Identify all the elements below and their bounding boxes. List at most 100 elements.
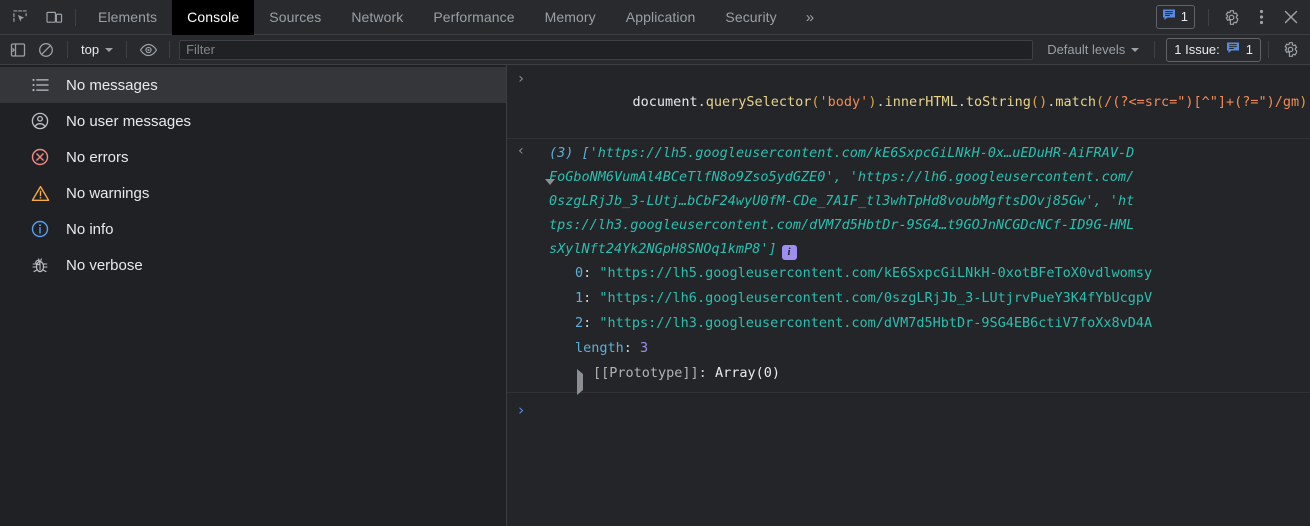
- device-toolbar-icon[interactable]: [40, 4, 68, 30]
- filter-input[interactable]: [179, 39, 1034, 60]
- tab-security[interactable]: Security: [710, 0, 791, 35]
- console-command-message[interactable]: › document.querySelector('body').innerHT…: [507, 65, 1310, 139]
- command-content: document.querySelector('body').innerHTML…: [535, 69, 1310, 135]
- console-prompt[interactable]: ›: [507, 393, 1310, 418]
- kebab-menu-icon[interactable]: [1246, 3, 1276, 31]
- token: .: [697, 94, 706, 110]
- issue-message-icon: [1162, 8, 1176, 26]
- more-tabs-button[interactable]: »: [792, 0, 828, 35]
- issues-number: 1: [1245, 42, 1253, 57]
- token: (: [811, 94, 820, 110]
- command-source: document.querySelector('body').innerHTML…: [535, 69, 1308, 135]
- result-content: (3) ['https://lh5.googleusercontent.com/…: [535, 141, 1310, 395]
- array-entry-row[interactable]: 2: "https://lh3.googleusercontent.com/dV…: [575, 311, 1308, 336]
- colon: :: [623, 340, 641, 356]
- array-entry-key: 0: [575, 265, 584, 281]
- sidebar-item-user-messages[interactable]: No user messages: [0, 103, 506, 139]
- colon: :: [698, 365, 715, 381]
- expand-array-triangle-icon[interactable]: [545, 179, 557, 201]
- array-entry-row[interactable]: 1: "https://lh6.googleusercontent.com/0s…: [575, 286, 1308, 311]
- sidebar-item-verbose[interactable]: No verbose: [0, 247, 506, 283]
- clear-console-icon[interactable]: [32, 38, 60, 62]
- console-result-message[interactable]: ‹ (3) ['https://lh5.googleusercontent.co…: [507, 139, 1310, 395]
- sidebar-item-label: No errors: [66, 148, 129, 166]
- triangle-down-icon: [545, 179, 555, 201]
- colon: :: [583, 265, 600, 281]
- token: querySelector: [705, 94, 812, 110]
- tab-performance[interactable]: Performance: [418, 0, 529, 35]
- sidebar-item-warnings[interactable]: No warnings: [0, 175, 506, 211]
- sidebar-item-label: No info: [66, 220, 114, 238]
- prompt-input[interactable]: [535, 400, 1310, 418]
- tab-elements[interactable]: Elements: [83, 0, 172, 35]
- token: .: [876, 94, 885, 110]
- array-length-value: 3: [640, 340, 649, 356]
- colon: :: [583, 290, 600, 306]
- chevron-down-icon: [105, 47, 114, 52]
- sidebar-item-errors[interactable]: No errors: [0, 139, 506, 175]
- prompt-gutter: ›: [507, 400, 535, 418]
- array-preview-line: tps://lh3.googleusercontent.com/dVM7d5Hb…: [549, 217, 1135, 233]
- array-preview[interactable]: (3) ['https://lh5.googleusercontent.com/…: [535, 141, 1308, 261]
- info-badge-icon[interactable]: i: [781, 244, 797, 260]
- sidebar-item-info[interactable]: No info: [0, 211, 506, 247]
- array-preview-text: sXylNft24Yk2NGpH8SNOq1kmP8']: [549, 241, 777, 257]
- token: (: [1030, 94, 1040, 110]
- panel-tabs: Elements Console Sources Network Perform…: [83, 0, 828, 35]
- issues-counter-button[interactable]: 1: [1155, 5, 1195, 29]
- issue-message-icon: [1226, 41, 1240, 59]
- toolbar-divider-3: [169, 41, 171, 58]
- array-entry-row[interactable]: 0: "https://lh5.googleusercontent.com/kE…: [575, 261, 1308, 286]
- tab-network[interactable]: Network: [336, 0, 418, 35]
- devtools-tabstrip: Elements Console Sources Network Perform…: [0, 0, 1310, 35]
- log-levels-label: Default levels: [1047, 42, 1126, 57]
- array-length-key: length: [575, 340, 624, 356]
- array-length-prefix: (3) [: [549, 145, 590, 161]
- inspect-element-icon[interactable]: [6, 4, 34, 30]
- list-icon: [30, 75, 50, 95]
- sidebar-item-label: No verbose: [66, 256, 143, 274]
- live-expression-icon[interactable]: [134, 38, 162, 62]
- sidebar-item-messages[interactable]: No messages: [0, 67, 506, 103]
- result-gutter: ‹: [507, 141, 535, 386]
- console-body: No messages No user messages No errors N…: [0, 65, 1310, 526]
- token: ): [1039, 94, 1048, 110]
- toolbar-divider-4: [1154, 41, 1156, 58]
- tab-console[interactable]: Console: [172, 0, 255, 35]
- array-prototype-row[interactable]: [[Prototype]]: Array(0): [575, 361, 1308, 395]
- toolbar-divider-2: [126, 41, 128, 58]
- array-entry-value: "https://lh5.googleusercontent.com/kE6Sx…: [599, 265, 1153, 281]
- tab-sources[interactable]: Sources: [254, 0, 336, 35]
- command-prompt-icon: ›: [516, 71, 526, 87]
- gear-icon[interactable]: [1216, 3, 1246, 31]
- array-length-row[interactable]: length: 3: [575, 336, 1308, 361]
- show-console-sidebar-icon[interactable]: [4, 38, 32, 62]
- warning-triangle-icon: [30, 183, 50, 203]
- sidebar-item-label: No user messages: [66, 112, 192, 130]
- console-toolbar: top Default levels 1 Issue:: [0, 35, 1310, 65]
- execution-context-label: top: [81, 42, 100, 57]
- prompt-caret-icon: ›: [516, 401, 526, 419]
- gear-icon[interactable]: [1276, 38, 1304, 62]
- log-levels-selector[interactable]: Default levels: [1039, 42, 1147, 57]
- array-properties: 0: "https://lh5.googleusercontent.com/kE…: [535, 261, 1308, 395]
- array-entry-value: "https://lh6.googleusercontent.com/0szgL…: [599, 290, 1153, 306]
- array-entry-key: 2: [575, 315, 584, 331]
- sidebar-item-label: No warnings: [66, 184, 150, 202]
- close-icon[interactable]: [1276, 3, 1306, 31]
- devtools-window: Elements Console Sources Network Perform…: [0, 0, 1310, 526]
- info-circle-icon: [30, 219, 50, 239]
- triangle-right-icon[interactable]: [577, 369, 583, 395]
- array-entry-value: "https://lh3.googleusercontent.com/dVM7d…: [599, 315, 1153, 331]
- array-preview-text: 'https://lh5.googleusercontent.com/kE6Sx…: [589, 145, 1135, 161]
- tabstrip-divider: [75, 8, 76, 26]
- execution-context-selector[interactable]: top: [75, 39, 119, 61]
- tab-memory[interactable]: Memory: [530, 0, 611, 35]
- console-message-list[interactable]: › document.querySelector('body').innerHT…: [507, 65, 1310, 526]
- token: .: [957, 94, 966, 110]
- user-icon: [30, 111, 50, 131]
- tab-application[interactable]: Application: [611, 0, 711, 35]
- tabstrip-actions: 1: [1155, 3, 1310, 31]
- array-preview-line: sXylNft24Yk2NGpH8SNOq1kmP8'] i: [549, 237, 1308, 261]
- issues-button[interactable]: 1 Issue: 1: [1166, 37, 1261, 62]
